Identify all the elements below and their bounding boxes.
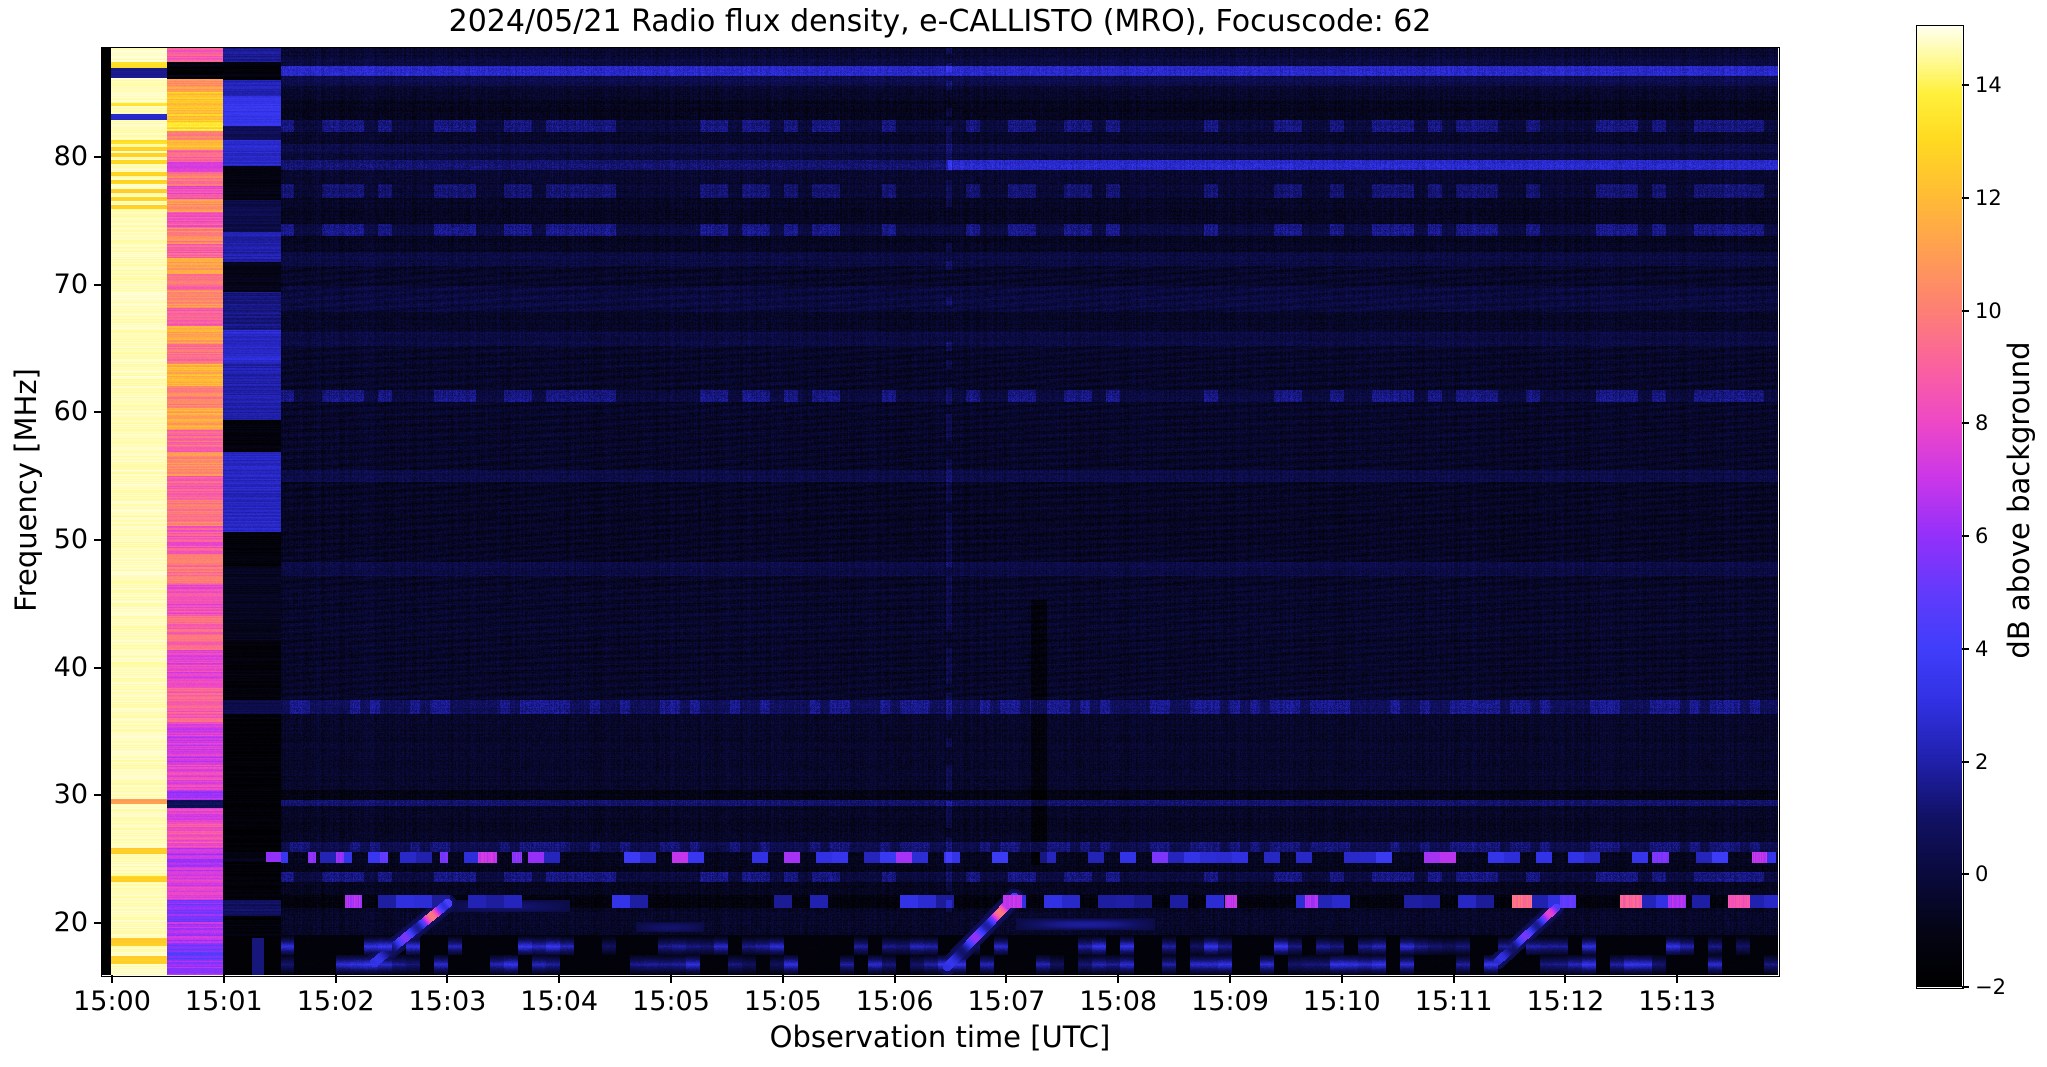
x-tick-mark: [670, 975, 672, 983]
x-tick-mark: [446, 975, 449, 983]
colorbar-tick-label: 14: [1975, 73, 2002, 98]
x-tick-mark: [893, 975, 896, 983]
x-tick-label: 15:12: [1526, 986, 1605, 1017]
colorbar-tick-label: −2: [1975, 975, 2006, 999]
x-tick-label: 15:01: [184, 986, 263, 1017]
colorbar-tick-mark: [1962, 422, 1969, 425]
y-tick-label: 60: [53, 396, 88, 428]
colorbar-label: dB above background: [2002, 341, 2036, 659]
colorbar-tick-label: 6: [1975, 524, 1989, 549]
x-tick-label: 15:08: [1079, 986, 1158, 1017]
x-tick-mark: [781, 975, 784, 983]
y-tick-mark: [94, 283, 102, 286]
y-tick-mark: [94, 538, 102, 541]
x-tick-mark: [111, 975, 113, 983]
x-tick-label: 15:04: [520, 986, 599, 1017]
x-tick-label: 15:05: [743, 986, 822, 1017]
x-tick-mark: [334, 975, 337, 983]
x-tick-mark: [558, 975, 561, 983]
y-tick-mark: [94, 794, 102, 797]
colorbar-tick-mark: [1962, 647, 1969, 650]
x-tick-mark: [1676, 975, 1679, 983]
y-tick-label: 80: [53, 140, 88, 172]
y-tick-label: 70: [53, 268, 88, 300]
chart-title: 2024/05/21 Radio flux density, e-CALLIST…: [448, 4, 1432, 39]
colorbar-canvas: [1917, 26, 1962, 987]
x-tick-mark: [1229, 975, 1231, 983]
x-axis-label: Observation time [UTC]: [769, 1020, 1111, 1054]
x-tick-label: 15:00: [73, 986, 151, 1017]
y-tick-label: 50: [53, 523, 88, 555]
colorbar-tick-mark: [1962, 196, 1969, 199]
colorbar-tick-mark: [1962, 760, 1969, 763]
x-tick-label: 15:06: [855, 986, 934, 1017]
x-tick-mark: [1340, 975, 1343, 983]
x-tick-mark: [222, 975, 225, 983]
x-tick-label: 15:02: [296, 986, 375, 1017]
x-tick-mark: [1452, 975, 1455, 983]
colorbar-tick-label: 0: [1975, 862, 1989, 887]
figure: 2024/05/21 Radio flux density, e-CALLIST…: [0, 0, 2047, 1067]
colorbar-tick-mark: [1962, 986, 1969, 988]
x-tick-mark: [1117, 975, 1120, 983]
colorbar-tick-mark: [1962, 84, 1969, 87]
colorbar-tick-label: 8: [1975, 411, 1989, 436]
spectrogram-canvas: [102, 48, 1778, 975]
x-tick-label: 15:05: [632, 986, 710, 1017]
colorbar-tick-label: 2: [1975, 749, 1989, 774]
y-tick-label: 40: [53, 651, 88, 683]
colorbar-tick-mark: [1962, 535, 1969, 538]
colorbar-tick-mark: [1962, 309, 1969, 312]
colorbar-tick-label: 4: [1975, 636, 1989, 661]
x-tick-label: 15:11: [1414, 986, 1493, 1017]
y-tick-label: 20: [53, 907, 88, 938]
x-tick-label: 15:10: [1302, 986, 1381, 1017]
colorbar-tick-mark: [1962, 873, 1969, 876]
x-tick-mark: [1005, 975, 1008, 983]
colorbar-tick-label: 10: [1975, 298, 2002, 323]
x-tick-label: 15:13: [1638, 986, 1717, 1017]
x-tick-mark: [1564, 975, 1567, 983]
y-tick-mark: [94, 666, 102, 669]
y-tick-label: 30: [53, 779, 88, 811]
y-tick-mark: [94, 155, 102, 158]
y-tick-mark: [94, 922, 102, 924]
x-tick-label: 15:07: [967, 986, 1046, 1017]
x-tick-label: 15:09: [1191, 986, 1269, 1017]
x-tick-label: 15:03: [408, 986, 487, 1017]
y-tick-mark: [94, 411, 102, 414]
colorbar-tick-label: 12: [1975, 185, 2002, 210]
